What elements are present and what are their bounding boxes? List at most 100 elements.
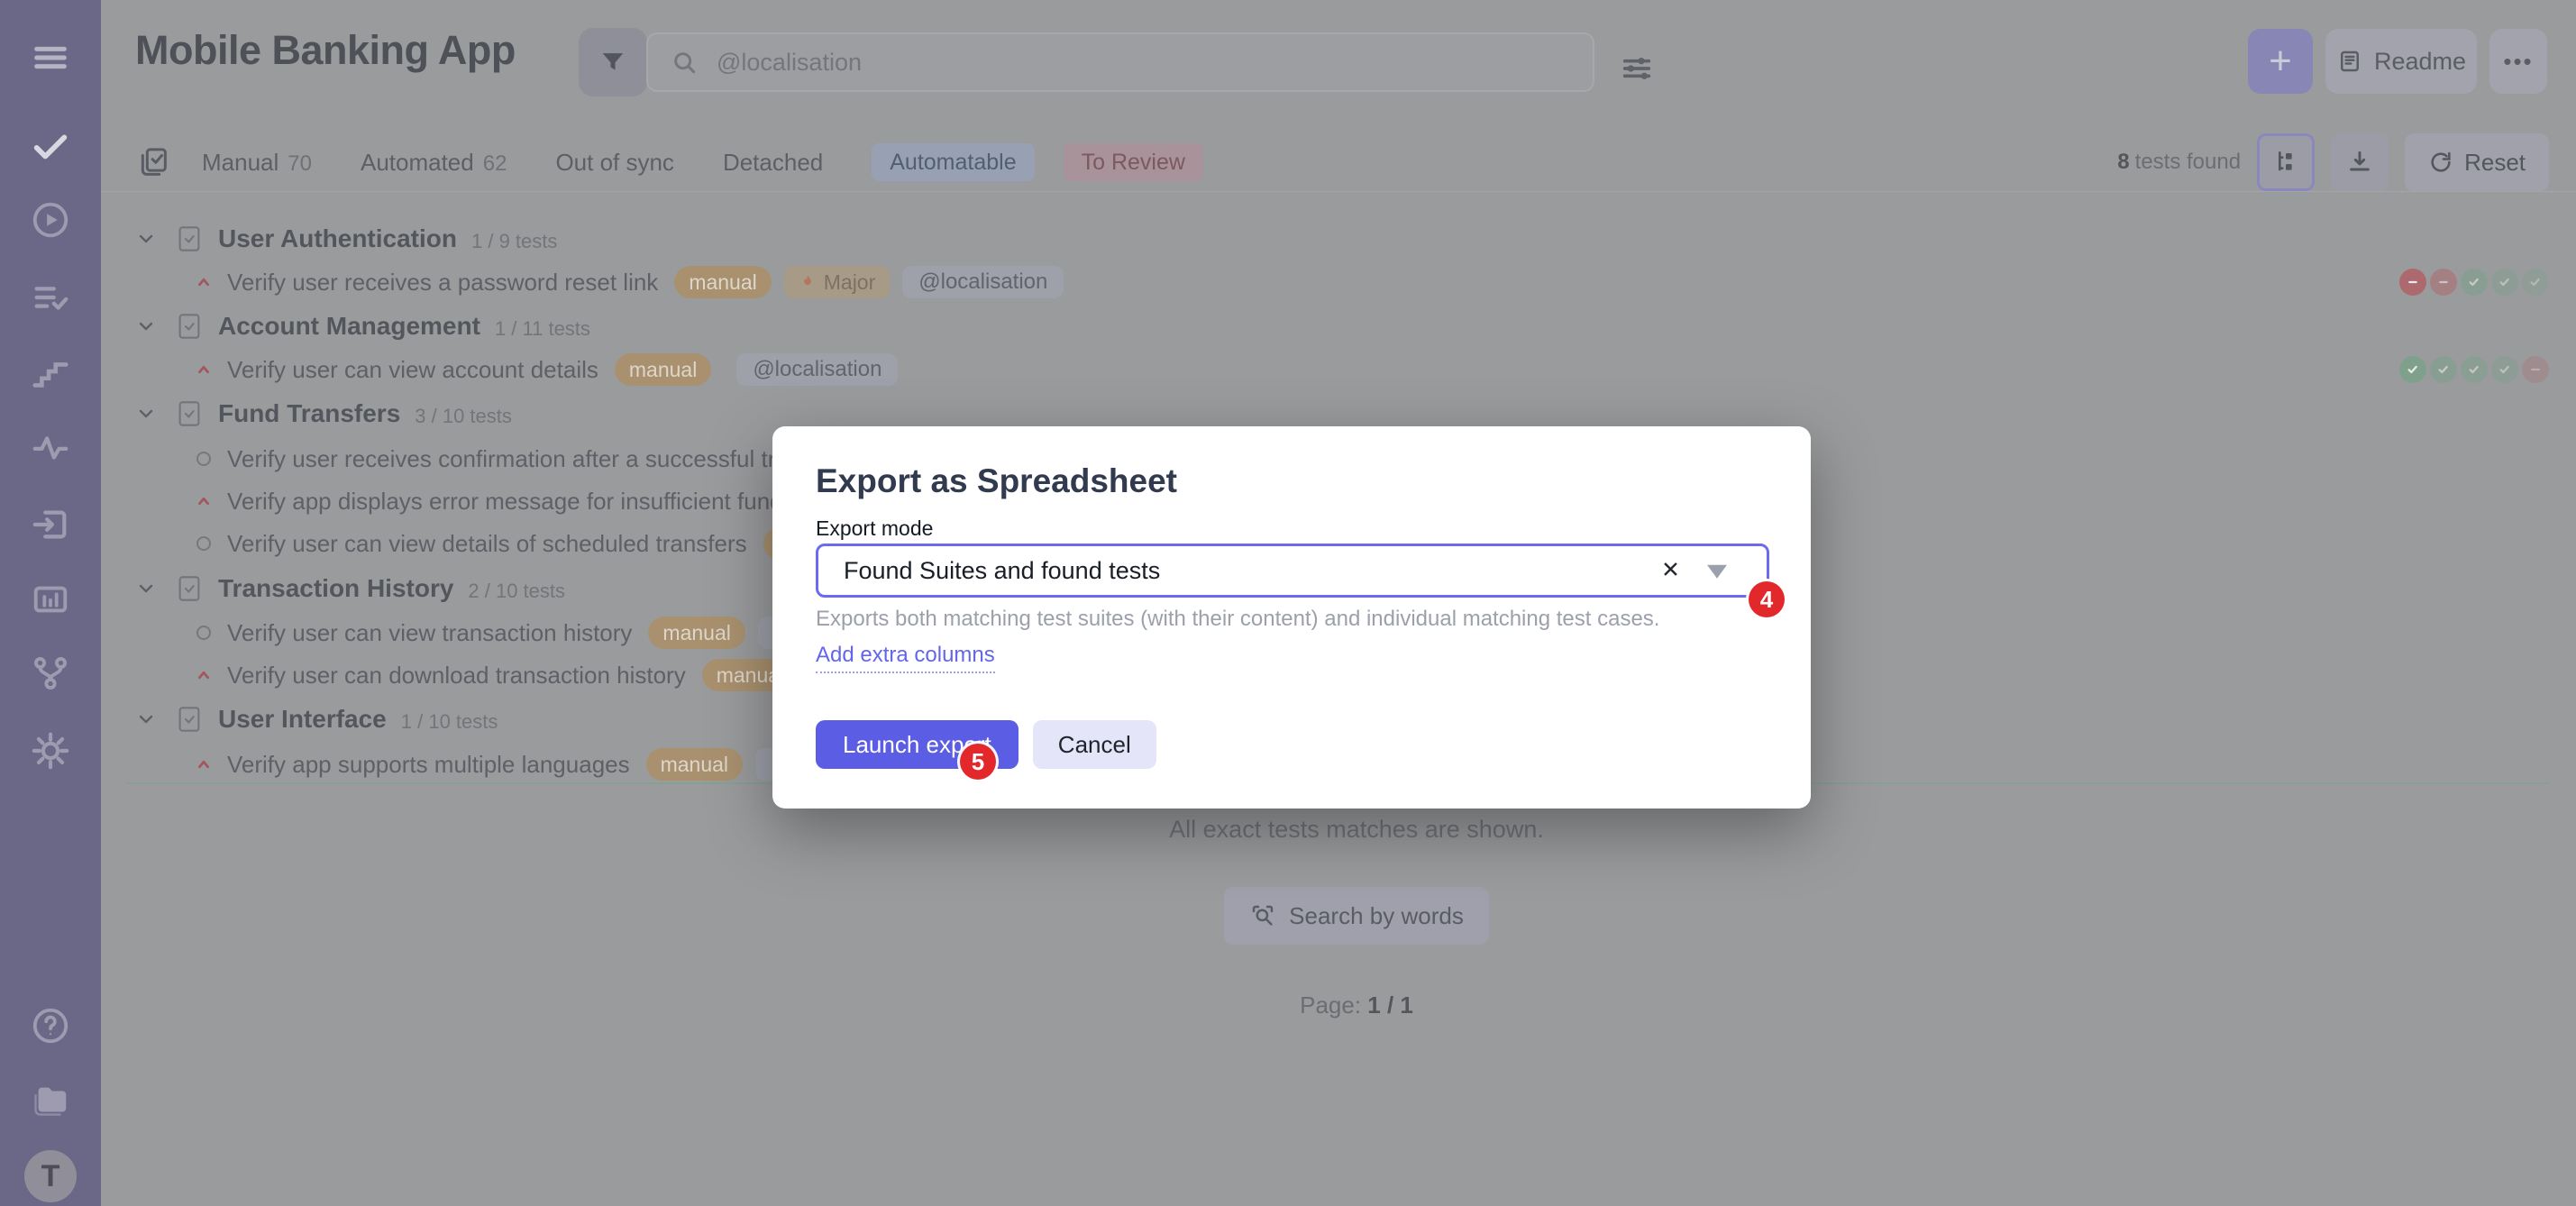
- readme-label: Readme: [2374, 48, 2466, 76]
- tree-view-toggle-button[interactable]: [2257, 133, 2315, 191]
- tag-badge[interactable]: @localisation: [736, 353, 898, 386]
- more-menu-button[interactable]: •••: [2489, 29, 2547, 94]
- priority-up-icon: [193, 359, 215, 380]
- filter-out-of-sync[interactable]: Out of sync: [555, 149, 674, 177]
- export-mode-select[interactable]: Found Suites and found tests ✕: [816, 544, 1769, 598]
- export-download-button[interactable]: [2331, 133, 2389, 191]
- run-status-dot-failed: [2399, 269, 2426, 296]
- priority-up-icon: [193, 754, 215, 775]
- test-title[interactable]: Verify user can view transaction history: [227, 619, 632, 647]
- help-icon[interactable]: [27, 1002, 74, 1049]
- chevron-down-icon[interactable]: [1707, 565, 1727, 579]
- export-mode-label: Export mode: [816, 516, 933, 541]
- manual-badge: manual: [615, 353, 711, 386]
- suite-name[interactable]: User Authentication: [218, 224, 457, 253]
- severity-label: Major: [824, 270, 876, 295]
- pulse-icon[interactable]: [27, 424, 74, 471]
- suite-name[interactable]: User Interface: [218, 705, 387, 734]
- badge-to-review[interactable]: To Review: [1064, 143, 1203, 181]
- run-status-dot-passed: [2461, 356, 2488, 383]
- suite-count: 1 / 9 tests: [471, 230, 557, 253]
- filter-manual-count: 70: [288, 151, 312, 177]
- filter-manual-label: Manual: [202, 149, 279, 177]
- reset-label: Reset: [2464, 149, 2526, 177]
- suite-name[interactable]: Transaction History: [218, 574, 453, 603]
- pagination: Page: 1 / 1: [1300, 991, 1413, 1019]
- suite-doc-icon: [177, 400, 202, 427]
- suite-doc-icon: [177, 706, 202, 733]
- ellipsis-icon: •••: [2503, 48, 2533, 76]
- suite-row[interactable]: Account Management 1 / 11 tests: [135, 305, 2549, 348]
- chevron-down-icon[interactable]: [135, 403, 157, 425]
- chevron-down-icon[interactable]: [135, 708, 157, 730]
- filter-funnel-button[interactable]: [579, 28, 647, 96]
- tag-badge[interactable]: @localisation: [902, 266, 1064, 298]
- badge-automatable[interactable]: Automatable: [872, 143, 1034, 181]
- badge-to-review-label: To Review: [1082, 150, 1185, 176]
- search-input[interactable]: [646, 32, 1594, 92]
- projects-folder-icon[interactable]: [27, 1078, 74, 1125]
- chevron-down-icon[interactable]: [135, 228, 157, 250]
- adjustments-icon[interactable]: [1619, 50, 1655, 87]
- tests-found-label: tests found: [2135, 150, 2241, 174]
- open-circle-icon: [193, 448, 215, 470]
- filter-automated-label: Automated: [361, 149, 474, 177]
- filter-manual[interactable]: Manual 70: [202, 149, 312, 177]
- test-row[interactable]: Verify user can view account details man…: [135, 348, 2549, 391]
- open-circle-icon: [193, 622, 215, 644]
- new-item-button[interactable]: +: [2248, 29, 2313, 94]
- clear-selection-icon[interactable]: ✕: [1661, 560, 1680, 582]
- tests-found: 8tests found: [2117, 150, 2241, 175]
- avatar-letter: T: [41, 1159, 60, 1194]
- suite-row[interactable]: User Authentication 1 / 9 tests: [135, 217, 2549, 260]
- export-mode-value: Found Suites and found tests: [844, 557, 1160, 585]
- avatar[interactable]: T: [24, 1150, 77, 1202]
- test-title[interactable]: Verify user receives confirmation after …: [227, 445, 841, 473]
- filter-detached[interactable]: Detached: [723, 149, 823, 177]
- page-label: Page:: [1300, 991, 1361, 1019]
- milestones-icon[interactable]: [27, 350, 74, 397]
- search-by-words-button[interactable]: Search by words: [1224, 887, 1489, 945]
- export-mode-helper: Exports both matching test suites (with …: [816, 607, 1659, 632]
- filter-automated[interactable]: Automated 62: [361, 149, 507, 177]
- reset-button[interactable]: Reset: [2405, 133, 2549, 191]
- run-status-dot-failed: [2522, 356, 2549, 383]
- select-all-icon[interactable]: [135, 144, 171, 180]
- import-icon[interactable]: [27, 501, 74, 548]
- settings-gear-icon[interactable]: [27, 727, 74, 774]
- chevron-down-icon[interactable]: [135, 578, 157, 599]
- search-icon: [670, 48, 699, 77]
- suite-name[interactable]: Fund Transfers: [218, 399, 400, 428]
- suite-count: 3 / 10 tests: [415, 405, 512, 428]
- test-title[interactable]: Verify app supports multiple languages: [227, 751, 630, 779]
- priority-up-icon: [193, 664, 215, 686]
- tests-icon[interactable]: [27, 123, 74, 169]
- refresh-icon: [2428, 150, 2453, 175]
- modal-title: Export as Spreadsheet: [816, 462, 1177, 500]
- add-extra-columns-link[interactable]: Add extra columns: [816, 643, 995, 673]
- download-icon: [2345, 148, 2374, 177]
- runs-icon[interactable]: [27, 196, 74, 243]
- list-footer: All exact tests matches are shown. Searc…: [101, 816, 2576, 1019]
- test-title[interactable]: Verify user receives a password reset li…: [227, 269, 658, 297]
- test-row[interactable]: Verify user receives a password reset li…: [135, 260, 2549, 304]
- step-badge-4: 4: [1749, 581, 1785, 617]
- analytics-icon[interactable]: [27, 576, 74, 623]
- severity-badge: Major: [784, 266, 891, 298]
- suite-name[interactable]: Account Management: [218, 312, 480, 341]
- chevron-down-icon[interactable]: [135, 315, 157, 337]
- suite-doc-icon: [177, 225, 202, 252]
- cancel-button[interactable]: Cancel: [1033, 720, 1156, 769]
- filter-bar-right: 8tests found Reset: [2117, 133, 2549, 191]
- test-title[interactable]: Verify user can view details of schedule…: [227, 530, 747, 558]
- test-title[interactable]: Verify app displays error message for in…: [227, 488, 795, 516]
- test-title[interactable]: Verify user can download transaction his…: [227, 662, 686, 690]
- readme-button[interactable]: Readme: [2325, 29, 2477, 94]
- plans-icon[interactable]: [27, 274, 74, 321]
- suite-doc-icon: [177, 313, 202, 340]
- test-title[interactable]: Verify user can view account details: [227, 356, 598, 384]
- menu-icon[interactable]: [27, 34, 74, 81]
- priority-up-icon: [193, 490, 215, 512]
- branches-icon[interactable]: [27, 650, 74, 697]
- filter-out-of-sync-label: Out of sync: [555, 149, 674, 177]
